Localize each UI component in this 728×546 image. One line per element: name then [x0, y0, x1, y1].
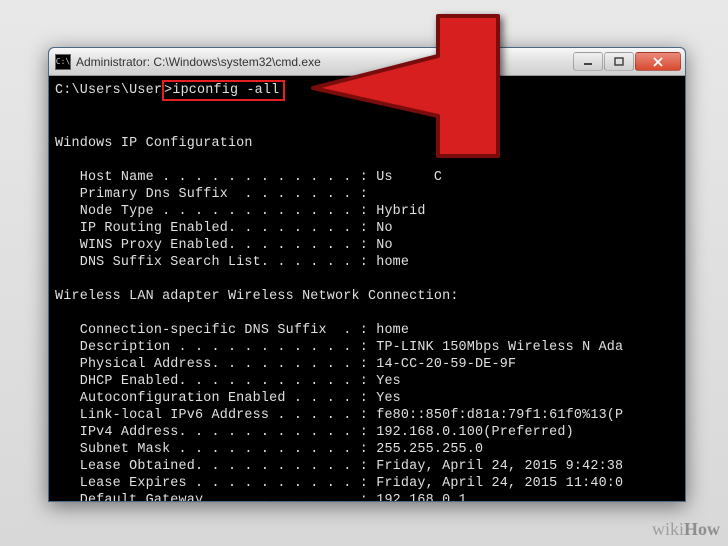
row-subnet-mask: Subnet Mask . . . . . . . . . . . : 255.…	[55, 442, 483, 457]
terminal-output: C:\Users\User>ipconfig -all Windows IP C…	[55, 80, 685, 501]
row-lease-expires: Lease Expires . . . . . . . . . . : Frid…	[55, 476, 623, 491]
row-link-local-ipv6: Link-local IPv6 Address . . . . . : fe80…	[55, 408, 623, 423]
wikihow-watermark: wikiHow	[652, 519, 720, 540]
prompt-path: C:\Users\User	[55, 82, 162, 99]
row-node-type: Node Type . . . . . . . . . . . . : Hybr…	[55, 204, 426, 219]
terminal-area[interactable]: C:\Users\User>ipconfig -all Windows IP C…	[49, 76, 685, 501]
minimize-button[interactable]	[573, 52, 603, 71]
row-dns-suffix-list: DNS Suffix Search List. . . . . . : home	[55, 255, 409, 270]
row-ipv4-address: IPv4 Address. . . . . . . . . . . : 192.…	[55, 425, 574, 440]
window-title: Administrator: C:\Windows\system32\cmd.e…	[76, 55, 572, 69]
maximize-button[interactable]	[604, 52, 634, 71]
row-physical-address: Physical Address. . . . . . . . . : 14-C…	[55, 357, 516, 372]
row-hostname: Host Name . . . . . . . . . . . . : Us C	[55, 170, 442, 185]
window-controls	[572, 52, 681, 71]
row-dhcp-enabled: DHCP Enabled. . . . . . . . . . . : Yes	[55, 374, 401, 389]
row-autoconfig: Autoconfiguration Enabled . . . . : Yes	[55, 391, 401, 406]
row-default-gateway: Default Gateway . . . . . . . . . : 192.…	[55, 493, 467, 501]
typed-command: ipconfig -all	[172, 83, 279, 98]
row-description: Description . . . . . . . . . . . : TP-L…	[55, 340, 623, 355]
cmd-icon: C:\	[55, 54, 71, 70]
row-wins-proxy: WINS Proxy Enabled. . . . . . . . : No	[55, 238, 393, 253]
command-highlight: >ipconfig -all	[162, 80, 285, 101]
titlebar[interactable]: C:\ Administrator: C:\Windows\system32\c…	[49, 48, 685, 76]
close-button[interactable]	[635, 52, 681, 71]
section-header-ipconfig: Windows IP Configuration	[55, 136, 253, 151]
row-lease-obtained: Lease Obtained. . . . . . . . . . : Frid…	[55, 459, 623, 474]
row-conn-dns: Connection-specific DNS Suffix . : home	[55, 323, 409, 338]
row-ip-routing: IP Routing Enabled. . . . . . . . : No	[55, 221, 393, 236]
section-header-wireless: Wireless LAN adapter Wireless Network Co…	[55, 289, 459, 304]
row-primary-dns: Primary Dns Suffix . . . . . . . :	[55, 187, 368, 202]
cmd-window: C:\ Administrator: C:\Windows\system32\c…	[48, 47, 686, 502]
